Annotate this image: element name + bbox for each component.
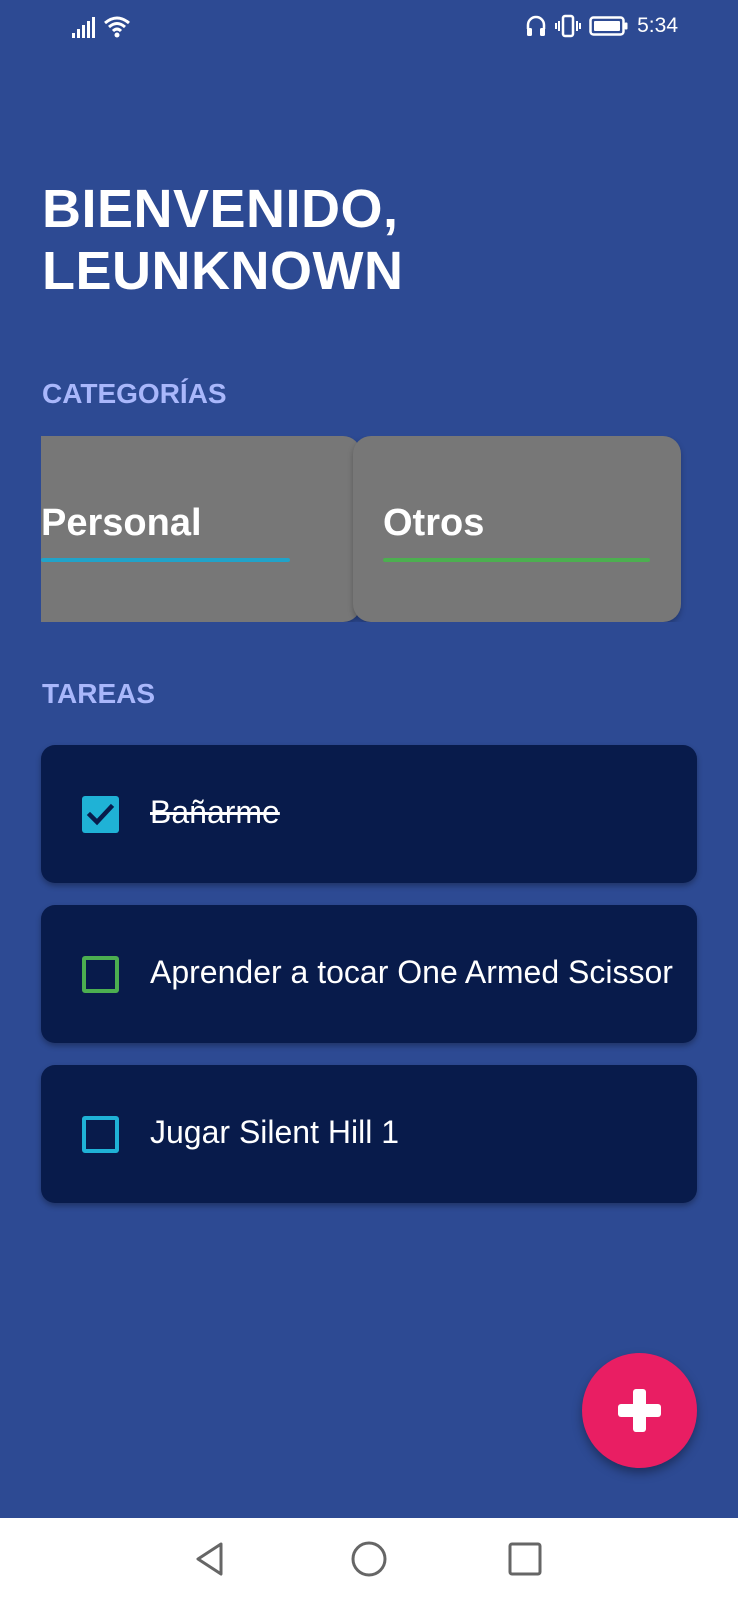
vibrate-icon (555, 14, 582, 38)
wifi-icon (104, 16, 130, 38)
headphones-icon (526, 15, 546, 36)
task-checkbox[interactable] (82, 1116, 119, 1153)
task-checkbox[interactable] (82, 796, 119, 833)
tasks-label: TAREAS (42, 678, 156, 709)
category-accent-line (383, 558, 650, 562)
task-checkbox[interactable] (82, 956, 119, 993)
home-icon[interactable] (349, 1539, 389, 1579)
category-title: Personal (41, 502, 202, 544)
task-text: Aprender a tocar One Armed Scissor (150, 954, 673, 990)
categories-carousel[interactable]: Personal Otros (41, 436, 701, 622)
system-nav-bar (0, 1518, 738, 1600)
category-accent-line (41, 558, 290, 562)
categories-label: CATEGORÍAS (42, 378, 227, 409)
status-bar: 5:34 (0, 0, 738, 56)
task-text: Jugar Silent Hill 1 (150, 1114, 399, 1150)
status-time: 5:34 (637, 14, 678, 37)
back-icon[interactable] (190, 1539, 230, 1579)
task-text: Bañarme (150, 794, 280, 830)
check-icon (82, 796, 119, 833)
battery-icon (589, 16, 628, 36)
task-item[interactable]: Bañarme (41, 745, 697, 883)
add-task-button[interactable] (582, 1353, 697, 1468)
signal-icon (72, 17, 95, 38)
task-item[interactable]: Aprender a tocar One Armed Scissor (41, 905, 697, 1043)
status-left (72, 14, 131, 38)
category-title: Otros (383, 502, 485, 544)
greeting-title: BIENVENIDO, LEUNKNOWN (42, 178, 642, 302)
recents-icon[interactable] (505, 1539, 545, 1579)
greeting-line-2: LEUNKNOWN (42, 241, 404, 301)
category-card-personal[interactable]: Personal (41, 436, 361, 622)
category-card-otros[interactable]: Otros (353, 436, 681, 622)
task-item[interactable]: Jugar Silent Hill 1 (41, 1065, 697, 1203)
greeting-line-1: BIENVENIDO, (42, 179, 399, 239)
status-right: 5:34 (525, 14, 678, 38)
